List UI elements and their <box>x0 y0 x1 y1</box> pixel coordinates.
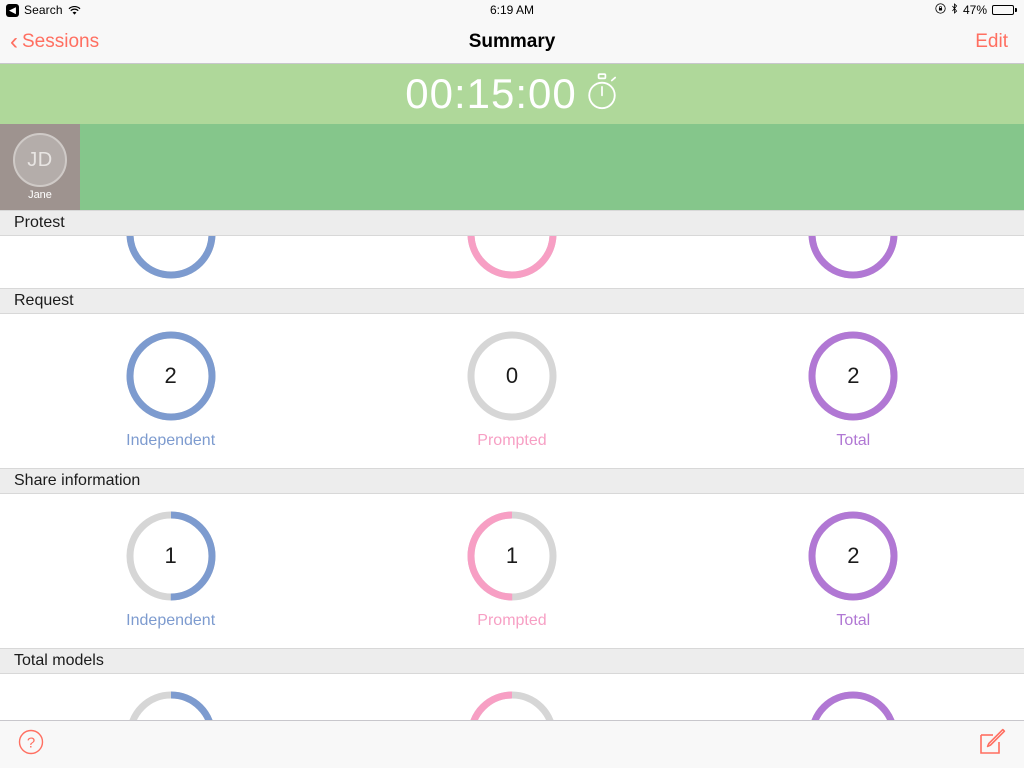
progress-ring-prompted: 1 <box>462 506 562 606</box>
ring-value-total: 2 <box>847 363 860 388</box>
progress-ring-independent: 2 <box>121 326 221 426</box>
ring-value-total: 2 <box>847 543 860 568</box>
session-timer-banner[interactable]: 00:15:00 <box>0 64 1024 124</box>
section-header-total-models: Total models <box>0 648 1024 674</box>
metric-cell-total[interactable]: 2 Total <box>683 506 1024 630</box>
summary-section-list[interactable]: ProtestIndependentPromptedTotalRequest2I… <box>0 210 1024 768</box>
metric-label-total: Total <box>836 432 871 449</box>
ring-value-independent: 1 <box>164 543 177 568</box>
metric-cell-prompted[interactable]: 0 Prompted <box>341 326 682 450</box>
metric-label-total: Total <box>836 612 871 629</box>
participant-name: Jane <box>28 189 52 201</box>
progress-ring-prompted <box>462 236 562 284</box>
bottom-toolbar: ? <box>0 720 1024 768</box>
ring-value-independent <box>121 236 221 284</box>
ring-value-prompted: 1 <box>505 543 519 568</box>
metric-label-independent: Independent <box>126 432 216 449</box>
metric-row[interactable]: 1 Independent 1 Prompted 2 Total <box>0 494 1024 648</box>
page-title: Summary <box>468 30 556 52</box>
metric-cell-independent[interactable]: 1 Independent <box>0 506 341 630</box>
metric-cell-total[interactable]: 2 Total <box>683 326 1024 450</box>
compose-button[interactable] <box>978 728 1006 761</box>
navigation-bar: ‹ Sessions Summary Edit <box>0 20 1024 64</box>
section-header-share-information: Share information <box>0 468 1024 494</box>
metric-row[interactable]: 2 Independent 0 Prompted 2 Total <box>0 314 1024 468</box>
progress-ring-independent <box>121 236 221 284</box>
metric-cell-prompted[interactable]: 1 Prompted <box>341 506 682 630</box>
ios-status-bar: ◀ Search 6:19 AM 47% <box>0 0 1024 20</box>
section-header-protest: Protest <box>0 210 1024 236</box>
question-mark-circle-icon: ? <box>18 729 44 760</box>
metric-cell-prompted[interactable]: Prompted <box>341 236 682 288</box>
metric-row[interactable]: IndependentPromptedTotal <box>0 236 1024 288</box>
timer-display: 00:15:00 <box>405 70 577 117</box>
svg-text:?: ? <box>27 735 35 752</box>
participant-jane[interactable]: JD Jane <box>0 124 80 210</box>
stopwatch-icon <box>585 72 619 116</box>
progress-ring-total: 2 <box>803 326 903 426</box>
metric-cell-independent[interactable]: Independent <box>0 236 341 288</box>
metric-cell-total[interactable]: Total <box>683 236 1024 288</box>
progress-ring-total <box>803 236 903 284</box>
app-root: ◀ Search 6:19 AM 47% ‹ Sessions Summary … <box>0 0 1024 768</box>
progress-ring-prompted: 0 <box>462 326 562 426</box>
metric-label-prompted: Prompted <box>477 432 547 449</box>
section-header-request: Request <box>0 288 1024 314</box>
avatar: JD <box>13 133 67 187</box>
ring-value-prompted <box>462 236 562 284</box>
participant-strip: JD Jane <box>0 124 1024 210</box>
progress-ring-independent: 1 <box>121 506 221 606</box>
metric-label-prompted: Prompted <box>477 612 547 629</box>
ring-value-prompted: 0 <box>505 363 519 388</box>
metric-cell-independent[interactable]: 2 Independent <box>0 326 341 450</box>
help-button[interactable]: ? <box>18 729 44 760</box>
metric-label-independent: Independent <box>126 612 216 629</box>
ring-value-total <box>803 236 903 284</box>
compose-pencil-icon <box>978 728 1006 761</box>
status-bar-clock: 6:19 AM <box>489 3 535 17</box>
ring-value-independent: 2 <box>164 363 177 388</box>
progress-ring-total: 2 <box>803 506 903 606</box>
